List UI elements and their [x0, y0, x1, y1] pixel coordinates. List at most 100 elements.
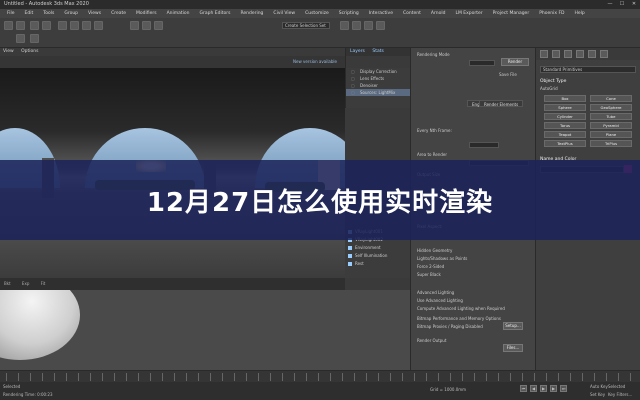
- checkbox[interactable]: [348, 262, 352, 266]
- menu-content[interactable]: Content: [398, 11, 426, 16]
- motion-tab-icon[interactable]: [576, 50, 584, 58]
- render-frame-icon[interactable]: [364, 21, 373, 30]
- rotate-icon[interactable]: [82, 21, 91, 30]
- fb-status-bkt[interactable]: Bkt: [4, 281, 11, 286]
- menu-animation[interactable]: Animation: [162, 11, 195, 16]
- display-tab-icon[interactable]: [588, 50, 596, 58]
- rendering-mode-dropdown[interactable]: [469, 60, 495, 66]
- menu-customize[interactable]: Customize: [300, 11, 334, 16]
- cylinder-button[interactable]: Cylinder: [544, 113, 586, 120]
- link-icon[interactable]: [30, 21, 39, 30]
- checkbox[interactable]: [348, 254, 352, 258]
- save-file-checkbox[interactable]: Save File: [499, 72, 517, 77]
- checkbox[interactable]: [348, 246, 352, 250]
- perspective-viewport[interactable]: [0, 290, 410, 370]
- go-to-start-icon[interactable]: ⏮: [520, 385, 527, 392]
- textplus-button[interactable]: TextPlus: [544, 140, 586, 147]
- utilities-tab-icon[interactable]: [600, 50, 608, 58]
- sphere-button[interactable]: Sphere: [544, 104, 586, 111]
- percent-snap-icon[interactable]: [154, 21, 163, 30]
- fb-status-fit[interactable]: Fit: [41, 281, 46, 286]
- menu-civil-view[interactable]: Civil View: [268, 11, 300, 16]
- plane-button[interactable]: Plane: [590, 131, 632, 138]
- menu-lm-exporter[interactable]: LM Exporter: [450, 11, 487, 16]
- tab-layers[interactable]: Layers: [350, 49, 365, 54]
- torus-button[interactable]: Torus: [544, 122, 586, 129]
- set-key-button[interactable]: Set Key: [590, 392, 605, 397]
- timeline[interactable]: [0, 370, 640, 382]
- select-icon[interactable]: [58, 21, 67, 30]
- geosphere-button[interactable]: GeoSphere: [590, 104, 632, 111]
- move-icon[interactable]: [70, 21, 79, 30]
- menu-modifiers[interactable]: Modifiers: [131, 11, 162, 16]
- autogrid-checkbox[interactable]: AutoGrid: [540, 86, 636, 91]
- close-icon[interactable]: ✕: [630, 1, 638, 7]
- menu-file[interactable]: File: [2, 11, 20, 16]
- hierarchy-tab-icon[interactable]: [564, 50, 572, 58]
- redo-icon[interactable]: [16, 21, 25, 30]
- menu-arnold[interactable]: Arnold: [426, 11, 451, 16]
- tube-button[interactable]: Tube: [590, 113, 632, 120]
- selection-set-dropdown[interactable]: Create Selection Set: [282, 22, 330, 29]
- render-setup-icon[interactable]: [352, 21, 361, 30]
- maximize-icon[interactable]: ☐: [618, 1, 626, 7]
- fb-menu-view[interactable]: View: [3, 49, 14, 54]
- next-frame-icon[interactable]: ▶: [550, 385, 557, 392]
- selected-dropdown[interactable]: Selected: [608, 384, 625, 389]
- window-titlebar: Untitled - Autodesk 3ds Max 2020 — ☐ ✕: [0, 0, 640, 9]
- menu-group[interactable]: Group: [59, 11, 83, 16]
- teapot-button[interactable]: Teapot: [544, 131, 586, 138]
- sphere-object[interactable]: [0, 290, 80, 360]
- prev-frame-icon[interactable]: ◀: [530, 385, 537, 392]
- snap-icon[interactable]: [130, 21, 139, 30]
- go-to-end-icon[interactable]: ⏭: [560, 385, 567, 392]
- window-controls: — ☐ ✕: [606, 1, 638, 7]
- setup-button[interactable]: Setup...: [503, 322, 523, 330]
- unlink-icon[interactable]: [42, 21, 51, 30]
- triplus-button[interactable]: TriPlus: [590, 140, 632, 147]
- menu-scripting[interactable]: Scripting: [334, 11, 364, 16]
- menu-tools[interactable]: Tools: [38, 11, 59, 16]
- fb-status-exp[interactable]: Exp: [22, 281, 29, 286]
- menu-phoenix-fd[interactable]: Phoenix FD: [534, 11, 569, 16]
- object-type-header[interactable]: Object Type: [540, 79, 636, 84]
- option-super-black[interactable]: Super Black: [417, 272, 441, 277]
- use-advanced-lighting-checkbox[interactable]: Use Advanced Lighting: [417, 298, 463, 303]
- render-button[interactable]: Render: [501, 58, 529, 66]
- primitive-category-dropdown[interactable]: Standard Primitives: [540, 66, 636, 73]
- files-button[interactable]: Files...: [503, 344, 523, 352]
- render-icon[interactable]: [376, 21, 385, 30]
- zoom-icon[interactable]: [30, 34, 39, 43]
- option-hidden-geometry[interactable]: Hidden Geometry: [417, 248, 452, 253]
- option-force-2-sided[interactable]: Force 2-Sided: [417, 264, 444, 269]
- pyramid-button[interactable]: Pyramid: [590, 122, 632, 129]
- create-tab-icon[interactable]: [540, 50, 548, 58]
- box-button[interactable]: Box: [544, 95, 586, 102]
- menu-interactive[interactable]: Interactive: [364, 11, 398, 16]
- minimize-icon[interactable]: —: [606, 1, 614, 7]
- version-available-link[interactable]: New version available: [293, 59, 337, 64]
- auto-key-button[interactable]: Auto Key: [590, 384, 608, 389]
- fb-menu-options[interactable]: Options: [21, 49, 38, 54]
- teapot-icon[interactable]: [16, 34, 25, 43]
- modify-tab-icon[interactable]: [552, 50, 560, 58]
- option-lights-shadows[interactable]: Lights/Shadows as Points: [417, 256, 467, 261]
- frame-field[interactable]: [469, 142, 499, 148]
- compute-advanced-lighting-checkbox[interactable]: Compute Advanced Lighting when Required: [417, 306, 505, 311]
- menu-views[interactable]: Views: [83, 11, 106, 16]
- key-filters-button[interactable]: Key Filters...: [608, 392, 632, 397]
- cone-button[interactable]: Cone: [590, 95, 632, 102]
- menu-graph-editors[interactable]: Graph Editors: [195, 11, 236, 16]
- menu-project-manager[interactable]: Project Manager: [488, 11, 535, 16]
- menu-create[interactable]: Create: [106, 11, 131, 16]
- angle-snap-icon[interactable]: [142, 21, 151, 30]
- tab-render-elements[interactable]: Render Elements: [479, 100, 524, 107]
- undo-icon[interactable]: [4, 21, 13, 30]
- menu-edit[interactable]: Edit: [20, 11, 39, 16]
- menu-help[interactable]: Help: [570, 11, 590, 16]
- material-editor-icon[interactable]: [340, 21, 349, 30]
- menu-rendering[interactable]: Rendering: [235, 11, 268, 16]
- scale-icon[interactable]: [94, 21, 103, 30]
- tab-stats[interactable]: Stats: [372, 49, 384, 54]
- play-icon[interactable]: ▶: [540, 385, 547, 392]
